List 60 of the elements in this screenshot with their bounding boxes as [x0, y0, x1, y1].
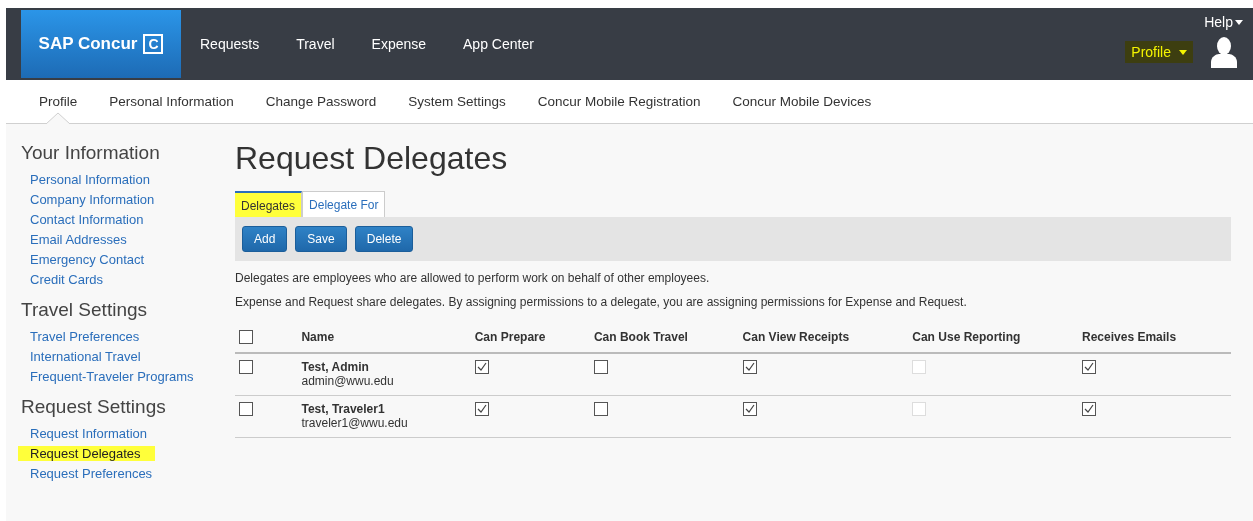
- delegate-name: Test, Traveler1: [301, 402, 386, 416]
- info-text: Expense and Request share delegates. By assigning permissions to a delegate, you are assigning permissions for Expense and Request.: [235, 295, 968, 309]
- sidebar-link[interactable]: Emergency Contact: [30, 252, 145, 267]
- tab[interactable]: Delegates: [235, 191, 303, 217]
- sidebar-link[interactable]: Request Delegates: [18, 446, 155, 461]
- caret-icon: [1179, 49, 1187, 55]
- permission-checkbox[interactable]: [593, 360, 608, 374]
- subnav-tab[interactable]: Concur Mobile Devices: [716, 80, 888, 123]
- column-header: Can Prepare: [474, 322, 594, 353]
- sidebar-link[interactable]: Travel Preferences: [30, 329, 140, 344]
- page-title: Request Delegates: [235, 140, 509, 177]
- row-checkbox[interactable]: [239, 402, 253, 416]
- select-all-checkbox[interactable]: [239, 330, 253, 344]
- help-menu[interactable]: Help: [1204, 14, 1243, 30]
- nav-link[interactable]: Expense: [362, 36, 436, 52]
- caret-icon: [1235, 19, 1243, 25]
- sidebar-link[interactable]: Frequent-Traveler Programs: [30, 369, 194, 384]
- action-button[interactable]: Delete: [354, 226, 414, 252]
- user-icon[interactable]: [1211, 36, 1237, 68]
- permission-checkbox[interactable]: [742, 360, 757, 374]
- delegate-name: Test, Admin: [301, 360, 370, 374]
- sidebar-link[interactable]: Personal Information: [30, 172, 150, 187]
- tab[interactable]: Delegate For: [302, 191, 386, 217]
- subnav-tab[interactable]: Concur Mobile Registration: [521, 80, 717, 123]
- sidebar-link[interactable]: Credit Cards: [30, 272, 103, 287]
- section-heading: Your Information: [21, 142, 161, 164]
- permission-checkbox[interactable]: [593, 402, 608, 416]
- subnav-tab[interactable]: Change Password: [249, 80, 393, 123]
- row-checkbox[interactable]: [239, 360, 253, 374]
- permission-checkbox[interactable]: [742, 402, 757, 416]
- sidebar-link[interactable]: Company Information: [30, 192, 155, 207]
- permission-checkbox[interactable]: [1082, 360, 1097, 374]
- delegate-email: admin@wwu.edu: [301, 374, 395, 388]
- action-button[interactable]: Add: [242, 226, 288, 252]
- nav-link[interactable]: App Center: [454, 36, 543, 52]
- section-heading: Travel Settings: [21, 299, 148, 321]
- column-header: Can View Receipts: [742, 322, 913, 353]
- logo[interactable]: SAP Concur C: [21, 10, 181, 78]
- sidebar-link[interactable]: Request Preferences: [30, 466, 153, 481]
- permission-checkbox[interactable]: [1082, 402, 1097, 416]
- delegate-email: traveler1@wwu.edu: [301, 416, 409, 430]
- column-header: Can Use Reporting: [912, 322, 1083, 353]
- section-heading: Request Settings: [21, 396, 167, 418]
- sidebar-link[interactable]: International Travel: [30, 349, 141, 364]
- permission-checkbox[interactable]: [474, 402, 489, 416]
- profile-menu[interactable]: Profile: [1125, 41, 1193, 63]
- permission-checkbox[interactable]: [474, 360, 489, 374]
- nav-link[interactable]: Travel: [287, 36, 344, 52]
- sidebar-link[interactable]: Email Addresses: [30, 232, 127, 247]
- subnav-tab[interactable]: System Settings: [392, 80, 522, 123]
- sidebar-link[interactable]: Request Information: [30, 426, 148, 441]
- subnav-tab[interactable]: Personal Information: [93, 80, 250, 123]
- column-header: Name: [301, 322, 475, 353]
- nav-link[interactable]: Requests: [191, 36, 269, 52]
- column-header: Receives Emails: [1082, 322, 1231, 353]
- subnav-tab[interactable]: Profile: [23, 80, 94, 123]
- sidebar-link[interactable]: Contact Information: [30, 212, 144, 227]
- action-button[interactable]: Save: [295, 226, 347, 252]
- info-text: Delegates are employees who are allowed to perform work on behalf of other employees.: [235, 271, 711, 285]
- column-header: Can Book Travel: [593, 322, 743, 353]
